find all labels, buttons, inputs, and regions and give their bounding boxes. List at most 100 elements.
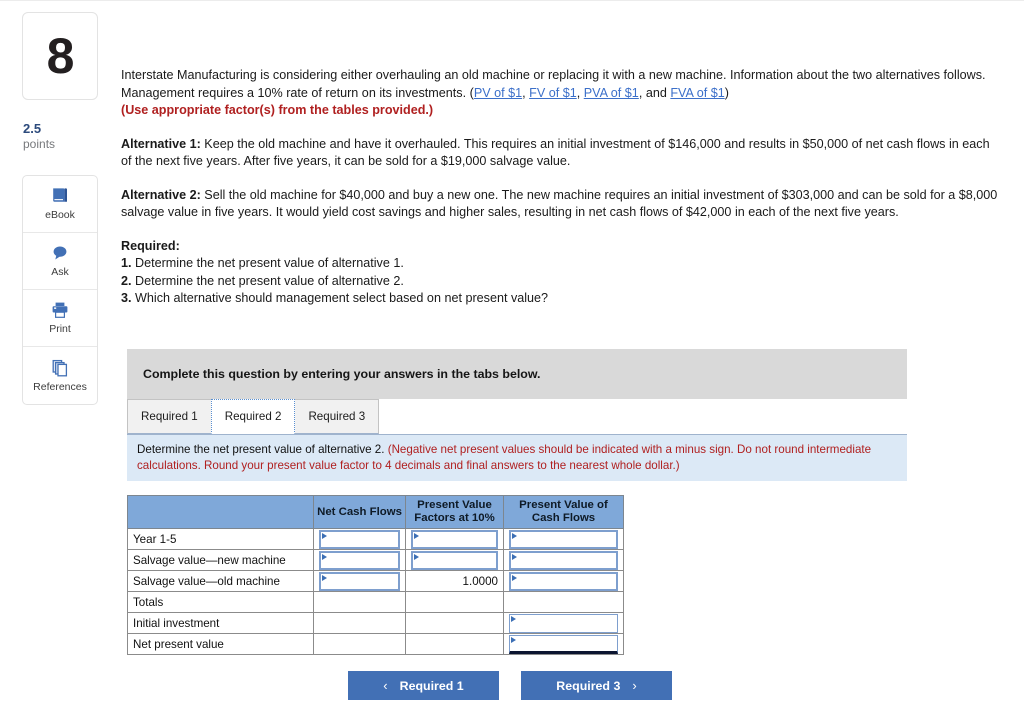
- required-item-3-number: 3.: [121, 291, 132, 305]
- cell-year15-net-cash-flows[interactable]: [313, 528, 406, 550]
- column-header-pv-cash-flows: Present Value of Cash Flows: [503, 495, 624, 529]
- ebook-label: eBook: [45, 209, 75, 222]
- question-number: 8: [46, 28, 75, 84]
- instruction-main: Determine the net present value of alter…: [137, 443, 388, 456]
- cell-salvage-new-pv-factor[interactable]: [405, 549, 504, 571]
- printer-icon: [52, 302, 68, 319]
- table-row: Initial investment: [127, 612, 624, 634]
- speech-bubble-icon: [53, 246, 67, 260]
- cell-salvage-old-net-cash-flows[interactable]: [313, 570, 406, 592]
- npv-answer-table: Net Cash Flows Present Value Factors at …: [127, 495, 624, 655]
- tab-required-3[interactable]: Required 3: [294, 399, 380, 434]
- tab-required-1[interactable]: Required 1: [127, 399, 212, 434]
- table-row: Salvage value—new machine: [127, 549, 624, 571]
- cell-marker-icon: [322, 574, 327, 581]
- ask-label: Ask: [51, 266, 69, 279]
- intro-paragraph: Interstate Manufacturing is considering …: [121, 67, 999, 120]
- row-label-totals: Totals: [127, 591, 314, 613]
- required-item-3-text: Which alternative should management sele…: [131, 291, 549, 305]
- column-header-pv-factors: Present Value Factors at 10%: [405, 495, 504, 529]
- nav-buttons: ‹ Required 1 Required 3 ›: [127, 671, 907, 700]
- tab-required-2[interactable]: Required 2: [210, 399, 296, 434]
- print-button[interactable]: Print: [23, 290, 97, 347]
- required-item-1: 1. Determine the net present value of al…: [121, 255, 999, 273]
- fva-of-1-link[interactable]: FVA of $1: [670, 86, 724, 100]
- required-item-2: 2. Determine the net present value of al…: [121, 273, 999, 291]
- references-label: References: [33, 380, 87, 393]
- cell-salvage-old-pv-factor[interactable]: 1.0000: [405, 570, 504, 592]
- table-row: Totals: [127, 591, 624, 613]
- cell-initial-investment-pv-cash-flows[interactable]: [503, 612, 624, 634]
- cell-marker-icon: [512, 553, 517, 560]
- question-number-box: 8: [22, 12, 98, 100]
- required-item-2-text: Determine the net present value of alter…: [131, 273, 404, 288]
- previous-required-label: Required 1: [399, 678, 464, 693]
- pv-of-1-link[interactable]: PV of $1: [474, 86, 522, 100]
- cell-marker-icon: [511, 615, 516, 622]
- cell-marker-icon: [322, 553, 327, 560]
- ask-button[interactable]: Ask: [23, 233, 97, 290]
- table-row: Year 1-5: [127, 528, 624, 550]
- cell-initial-investment-pv-factor: [405, 612, 504, 634]
- row-label-salvage-old-machine: Salvage value—old machine: [127, 570, 314, 592]
- cell-salvage-new-pv-cash-flows[interactable]: [503, 549, 624, 571]
- table-header-row: Net Cash Flows Present Value Factors at …: [127, 495, 624, 529]
- alternative-2-label: Alternative 2:: [121, 187, 201, 202]
- required-item-1-text: Determine the net present value of alter…: [131, 256, 404, 270]
- column-header-net-cash-flows: Net Cash Flows: [313, 495, 406, 529]
- column-header-blank: [127, 495, 314, 529]
- alternative-2-text: Sell the old machine for $40,000 and buy…: [121, 187, 998, 220]
- documents-icon: [52, 359, 68, 377]
- previous-required-button[interactable]: ‹ Required 1: [348, 671, 499, 700]
- required-item-2-number: 2.: [121, 273, 132, 288]
- cell-npv-pv-factor: [405, 633, 504, 655]
- row-label-salvage-new-machine: Salvage value—new machine: [127, 549, 314, 571]
- row-label-year-1-5: Year 1-5: [127, 528, 314, 550]
- next-required-button[interactable]: Required 3 ›: [521, 671, 672, 700]
- print-label: Print: [49, 323, 71, 336]
- cell-marker-icon: [511, 636, 516, 643]
- cell-marker-icon: [414, 532, 419, 539]
- chevron-right-icon: ›: [632, 678, 637, 693]
- complete-question-banner: Complete this question by entering your …: [127, 349, 907, 399]
- fv-of-1-link[interactable]: FV of $1: [529, 86, 577, 100]
- required-block: Required: 1. Determine the net present v…: [121, 238, 999, 308]
- row-label-net-present-value: Net present value: [127, 633, 314, 655]
- alternative-2-paragraph: Alternative 2: Sell the old machine for …: [121, 187, 999, 222]
- cell-salvage-new-net-cash-flows[interactable]: [313, 549, 406, 571]
- chevron-left-icon: ‹: [383, 678, 388, 693]
- next-required-label: Required 3: [556, 678, 621, 693]
- cell-npv-net-cash-flows: [313, 633, 406, 655]
- cell-salvage-old-pv-cash-flows[interactable]: [503, 570, 624, 592]
- table-row: Salvage value—old machine 1.0000: [127, 570, 624, 592]
- cell-marker-icon: [512, 532, 517, 539]
- alternative-1-label: Alternative 1:: [121, 136, 201, 151]
- cell-marker-icon: [512, 574, 517, 581]
- cell-year15-pv-factor[interactable]: [405, 528, 504, 550]
- answer-table-wrap: Net Cash Flows Present Value Factors at …: [127, 495, 907, 655]
- required-item-1-number: 1.: [121, 256, 132, 270]
- cell-npv-pv-cash-flows[interactable]: [503, 633, 624, 655]
- pva-of-1-link[interactable]: PVA of $1: [584, 86, 639, 100]
- ebook-button[interactable]: eBook: [23, 176, 97, 233]
- points-label: points: [23, 136, 56, 151]
- cell-totals-pv-cash-flows: [503, 591, 624, 613]
- book-icon: [53, 188, 67, 202]
- table-row: Net present value: [127, 633, 624, 655]
- cell-year15-pv-cash-flows[interactable]: [503, 528, 624, 550]
- question-body: Interstate Manufacturing is considering …: [121, 67, 999, 308]
- use-factors-note: (Use appropriate factor(s) from the tabl…: [121, 103, 434, 117]
- alternative-1-text: Keep the old machine and have it overhau…: [121, 136, 990, 169]
- row-label-initial-investment: Initial investment: [127, 612, 314, 634]
- alternative-1-paragraph: Alternative 1: Keep the old machine and …: [121, 136, 999, 171]
- references-button[interactable]: References: [23, 347, 97, 404]
- sep-3: , and: [638, 85, 671, 100]
- answer-panel: Complete this question by entering your …: [127, 349, 907, 700]
- cell-totals-pv-factor: [405, 591, 504, 613]
- question-page: 8 2.5 points eBook Ask Print References …: [0, 0, 1024, 727]
- required-heading: Required:: [121, 238, 180, 253]
- sep-2: ,: [576, 85, 584, 100]
- points-block: 2.5 points: [22, 121, 98, 153]
- required-tabs: Required 1 Required 2 Required 3: [127, 399, 907, 435]
- intro-text-b: ): [724, 85, 729, 100]
